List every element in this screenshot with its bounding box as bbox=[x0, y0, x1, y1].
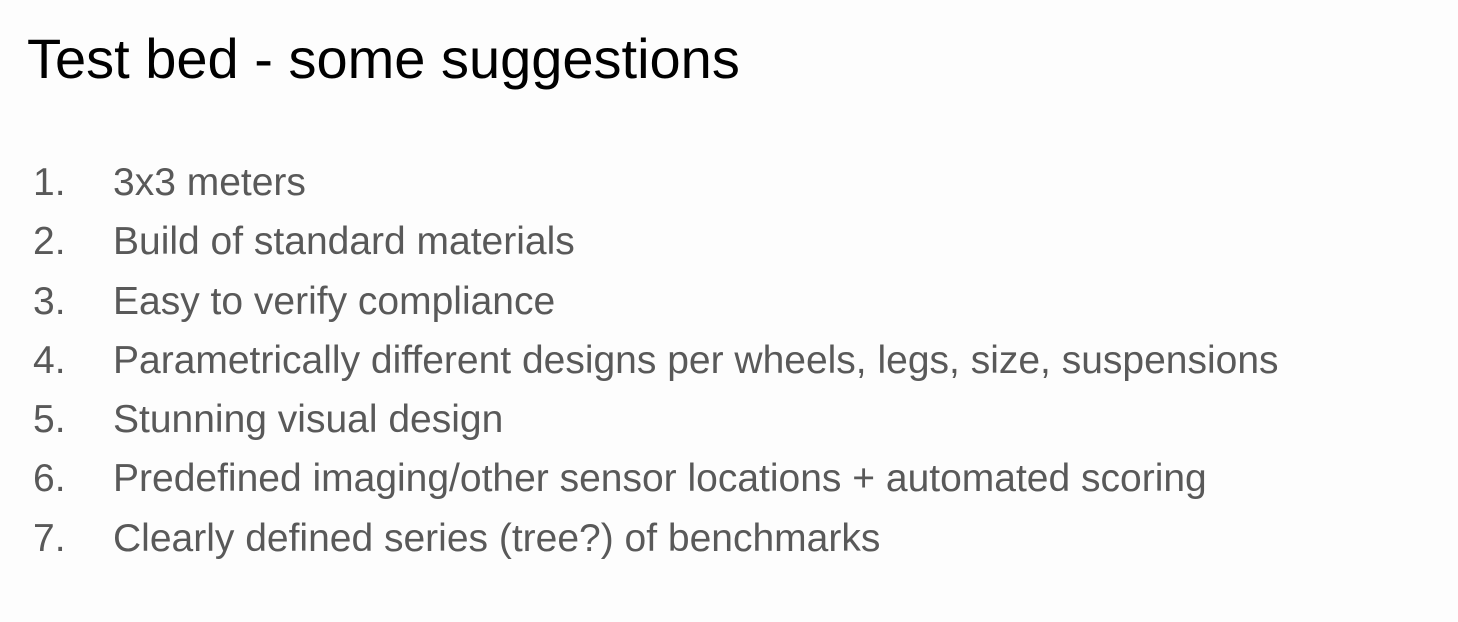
list-item-number: 2. bbox=[33, 220, 66, 264]
list-item-text: Parametrically different designs per whe… bbox=[113, 338, 1279, 382]
list-item-text: Clearly defined series (tree?) of benchm… bbox=[113, 516, 881, 560]
list-item-number: 4. bbox=[33, 338, 66, 382]
list-item-text: Build of standard materials bbox=[113, 220, 575, 264]
list-item-number: 7. bbox=[33, 516, 66, 560]
list-item-text: Easy to verify compliance bbox=[113, 279, 556, 323]
list-item-text: 3x3 meters bbox=[113, 161, 306, 204]
slide-title: Test bed - some suggestions bbox=[27, 27, 740, 90]
list-item-text: Stunning visual design bbox=[113, 398, 504, 442]
list-item-number: 1. bbox=[33, 161, 66, 204]
list-item-number: 6. bbox=[33, 457, 66, 501]
slide: Test bed - some suggestions 1. 3x3 meter… bbox=[0, 0, 1458, 622]
list-item-text: Predefined imaging/other sensor location… bbox=[113, 457, 1207, 501]
list-item-number: 3. bbox=[33, 279, 66, 323]
list-item-number: 5. bbox=[33, 398, 66, 442]
